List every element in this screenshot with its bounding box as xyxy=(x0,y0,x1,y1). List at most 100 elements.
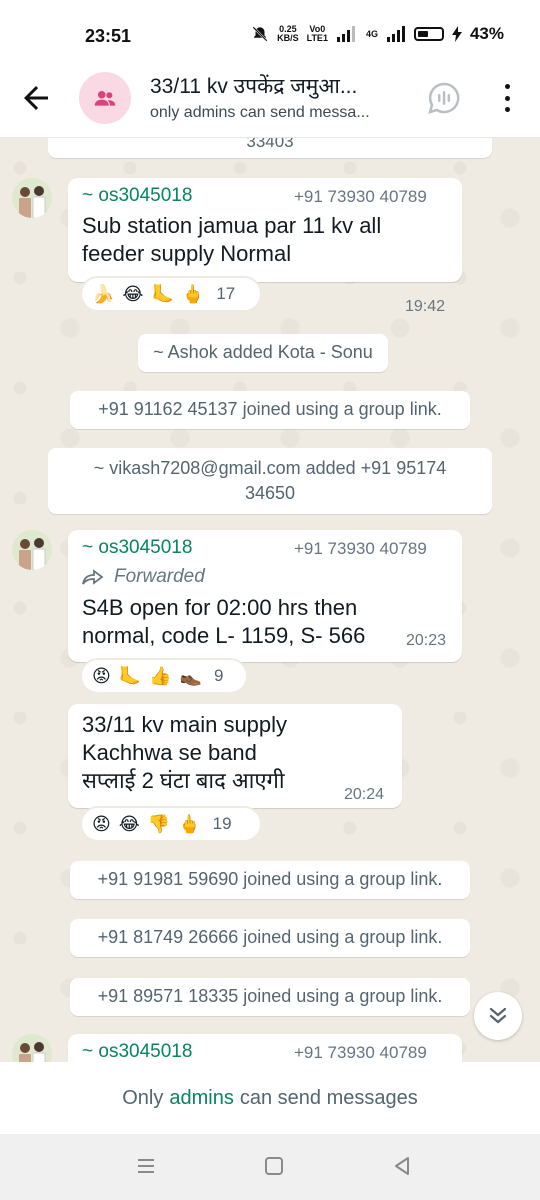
system-message: ~ Ashok added Kota - Sonu xyxy=(138,334,388,372)
signal-icon xyxy=(336,26,355,42)
back-button[interactable] xyxy=(18,80,54,116)
system-message: ~ vikash7208@gmail.com added +91 95174 3… xyxy=(48,448,492,514)
sender-avatar[interactable] xyxy=(12,1034,52,1062)
message-line: S4B open for 02:00 hrs then xyxy=(82,595,358,620)
reaction-count: 9 xyxy=(214,666,224,685)
message-line: feeder supply Normal xyxy=(82,241,292,266)
notice-suffix: can send messages xyxy=(239,1086,418,1109)
system-message-text: ~ Ashok added Kota - Sonu xyxy=(153,342,373,362)
reactions-bar[interactable]: 😡 🦶 👍 👞 9 xyxy=(80,658,248,694)
nav-recents-button[interactable] xyxy=(134,1154,160,1180)
chat-area[interactable]: 33403 ~ os3045018 +91 73930 40789 Sub st… xyxy=(0,138,540,1062)
sender-photo xyxy=(12,530,52,570)
message-line: सप्लाई 2 घंटा बाद आएगी xyxy=(82,768,285,793)
nav-home-icon xyxy=(265,1157,283,1175)
sender-avatar[interactable] xyxy=(12,178,52,218)
nav-recents-icon xyxy=(138,1159,154,1173)
more-vert-dot xyxy=(504,107,510,112)
voice-chat-icon xyxy=(428,82,460,114)
chat-header: 33/11 kv उपकेंद्र जमुआ... only admins ca… xyxy=(0,60,540,138)
reaction-emoji: 👍 xyxy=(149,665,172,686)
nav-back-button[interactable] xyxy=(390,1154,416,1180)
sender-phone: +91 73930 40789 xyxy=(294,187,427,206)
message-line: Sub station jamua par 11 kv all xyxy=(82,213,382,238)
message-line: Kachhwa se band xyxy=(82,740,257,765)
system-nav-bar xyxy=(0,1134,540,1200)
sender-photo xyxy=(12,178,52,218)
admins-link[interactable]: admins xyxy=(169,1087,233,1110)
reaction-emoji: 😂 xyxy=(118,813,140,834)
reaction-emoji: 👞 xyxy=(179,665,203,686)
system-message: +91 81749 26666 joined using a group lin… xyxy=(70,919,470,957)
system-message-text: +91 91981 59690 joined using a group lin… xyxy=(97,869,443,889)
reaction-emoji: 😡 xyxy=(92,665,111,686)
message-bubble[interactable]: ~ os3045018 +91 73930 40789 Sub station … xyxy=(68,178,462,315)
sender-name[interactable]: ~ os3045018 xyxy=(82,185,192,207)
status-time: 23:51 xyxy=(85,26,132,46)
more-vert-icon xyxy=(504,84,510,89)
message-time: 19:42 xyxy=(405,298,446,315)
message-line: 33/11 kv main supply xyxy=(82,712,288,737)
reaction-emoji: 😂 xyxy=(122,283,144,304)
reaction-emoji: 🖕 xyxy=(181,283,205,304)
system-message-text: +91 81749 26666 joined using a group lin… xyxy=(97,927,443,947)
group-subtitle: only admins can send messa... xyxy=(150,104,370,121)
nav-home-button[interactable] xyxy=(262,1154,288,1180)
sender-phone: +91 73930 40789 xyxy=(294,1043,427,1062)
system-message-partial: 33403 xyxy=(48,138,492,158)
group-avatar[interactable] xyxy=(79,72,131,124)
message-text: S4B open for 02:00 hrs then normal, code… xyxy=(82,594,365,650)
forwarded-text: Forwarded xyxy=(114,566,205,587)
sender-avatar[interactable] xyxy=(12,530,52,570)
signal-icon-2 xyxy=(386,26,405,42)
notice-prefix: Only xyxy=(122,1086,164,1109)
back-arrow-icon xyxy=(24,86,48,110)
more-options-button[interactable] xyxy=(496,82,518,114)
system-message: +91 91162 45137 joined using a group lin… xyxy=(70,391,470,429)
group-title[interactable]: 33/11 kv उपकेंद्र जमुआ... xyxy=(150,72,420,100)
sender-phone: +91 73930 40789 xyxy=(294,539,427,558)
system-message: +91 91981 59690 joined using a group lin… xyxy=(70,861,470,899)
system-message-text: +91 89571 18335 joined using a group lin… xyxy=(97,986,443,1006)
forwarded-label: Forwarded xyxy=(82,566,205,588)
message-time: 20:23 xyxy=(406,632,447,649)
sender-name[interactable]: ~ os3045018 xyxy=(82,537,192,559)
message-line: normal, code L- 1159, S- 566 xyxy=(82,623,366,648)
system-message-text: ~ vikash7208@gmail.com added +91 95174 xyxy=(93,458,447,478)
reaction-emoji: 🍌 xyxy=(92,283,115,304)
system-message-text: 34650 xyxy=(244,483,296,503)
reactions-bar[interactable]: 😡 😂 👎 🖕 19 xyxy=(80,806,262,842)
battery-percent: 43% xyxy=(469,24,504,43)
forward-icon xyxy=(82,569,104,585)
nav-back-icon xyxy=(395,1157,409,1175)
message-time: 20:24 xyxy=(344,786,385,803)
volte-indicator: Vo0 LTE1 xyxy=(306,24,328,43)
reaction-count: 17 xyxy=(216,284,236,303)
system-message-text: 33403 xyxy=(246,138,294,151)
double-chevron-down-icon xyxy=(489,1007,507,1024)
reaction-emoji: 🦶 xyxy=(118,665,142,686)
message-bubble[interactable]: ~ os3045018 +91 73930 40789 xyxy=(68,1034,462,1062)
charging-icon xyxy=(451,26,462,42)
reaction-emoji: 🖕 xyxy=(178,813,201,834)
reactions-bar[interactable]: 🍌 😂 🦶 🖕 17 xyxy=(80,276,262,312)
sender-photo xyxy=(12,1034,52,1062)
status-bar: 23:51 0.25 KB/S Vo0 LTE1 4G 43% xyxy=(0,0,540,60)
sender-name[interactable]: ~ os3045018 xyxy=(82,1041,192,1062)
message-bubble[interactable]: 33/11 kv main supply Kachhwa se band सप्… xyxy=(68,704,402,808)
message-text: 33/11 kv main supply Kachhwa se band सप्… xyxy=(82,711,287,795)
more-vert-dot xyxy=(504,95,510,101)
reaction-count: 19 xyxy=(212,814,232,833)
system-message: +91 89571 18335 joined using a group lin… xyxy=(70,978,470,1016)
reaction-emoji: 🦶 xyxy=(151,283,174,304)
group-icon xyxy=(94,90,116,106)
system-message-text: +91 91162 45137 joined using a group lin… xyxy=(98,399,442,419)
reaction-emoji: 😡 xyxy=(92,813,111,834)
admins-only-notice: Only admins can send messages xyxy=(0,1062,540,1134)
mute-icon xyxy=(252,26,268,42)
voice-chat-button[interactable] xyxy=(426,80,462,116)
message-text: Sub station jamua par 11 kv all feeder s… xyxy=(82,212,381,268)
reaction-emoji: 👎 xyxy=(147,813,171,834)
message-bubble[interactable]: ~ os3045018 +91 73930 40789 Forwarded S4… xyxy=(68,530,462,662)
scroll-to-bottom-button[interactable] xyxy=(474,992,522,1040)
